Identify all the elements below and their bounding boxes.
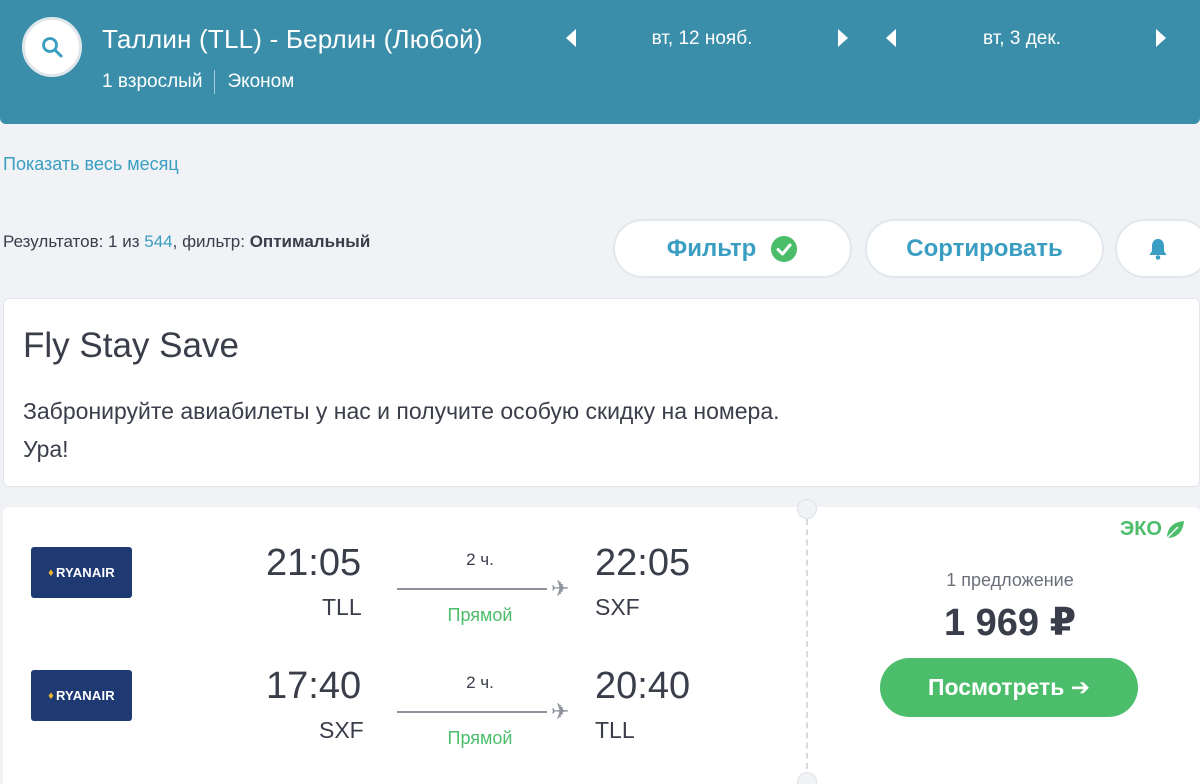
price-alert-button[interactable] [1115,219,1200,278]
search-icon [42,37,63,58]
arrival-airport: TLL [595,717,635,743]
departure-airport: TLL [322,594,362,620]
results-summary: Результатов: 1 из 544, фильтр: Оптимальн… [3,232,370,252]
flight-line [397,711,547,713]
arrival-time: 20:40 [595,665,691,707]
airline-name: RYANAIR [55,565,115,580]
ticket-notch-top [797,499,817,519]
search-header: Таллин (TLL) - Берлин (Любой) 1 взрослый… [0,0,1200,124]
filter-prefix: , фильтр: [172,232,250,251]
ryanair-harp-icon: ♦ [48,566,54,579]
filter-value: Оптимальный [249,232,371,251]
passenger-summary[interactable]: 1 взрослый Эконом [102,70,294,94]
flight-line [397,588,547,590]
promo-text: Забронируйте авиабилеты у нас и получите… [23,398,780,462]
depart-next-button[interactable] [832,26,854,50]
chevron-right-icon [838,29,848,47]
plane-icon: ✈ [551,576,570,601]
flight-stops: Прямой [447,728,513,748]
promo-title: Fly Stay Save [23,326,239,365]
eco-label: ЭКО [1120,518,1162,540]
return-prev-button[interactable] [880,26,902,50]
departure-time: 17:40 [266,665,362,707]
view-button[interactable]: Посмотреть ➔ [880,658,1138,717]
airline-name: RYANAIR [55,688,115,703]
filter-button[interactable]: Фильтр [613,219,852,278]
flight-duration: 2 ч. [466,673,494,692]
ticket-divider [806,509,808,779]
leaf-icon [1166,520,1184,539]
depart-prev-button[interactable] [560,26,582,50]
view-label: Посмотреть ➔ [927,674,1091,700]
show-whole-month-link[interactable]: Показать весь месяц [3,154,179,175]
airline-logo: ♦ RYANAIR [31,547,132,598]
bell-icon [1149,238,1166,260]
departure-time: 21:05 [266,542,362,584]
flight-duration: 2 ч. [466,550,494,569]
return-date[interactable]: вт, 3 дек. [942,28,1102,50]
sort-button[interactable]: Сортировать [865,219,1104,278]
flight-stops: Прямой [447,605,513,625]
return-next-button[interactable] [1150,26,1172,50]
offers-count[interactable]: 1 предложение [860,570,1160,591]
passengers-count: 1 взрослый [102,71,203,92]
promo-card: Fly Stay Save Забронируйте авиабилеты у … [3,298,1200,487]
route-title[interactable]: Таллин (TLL) - Берлин (Любой) [102,24,483,55]
divider [214,70,216,94]
search-button[interactable] [22,17,82,77]
filter-label: Фильтр [666,234,757,262]
depart-date[interactable]: вт, 12 нояб. [622,28,782,50]
departure-airport: SXF [319,717,364,743]
ryanair-harp-icon: ♦ [48,689,54,702]
eco-badge: ЭКО [1120,518,1186,541]
arrival-time: 22:05 [595,542,691,584]
chevron-left-icon [566,29,576,47]
chevron-right-icon [1156,29,1166,47]
ticket-price: 1 969 ₽ [943,602,1077,644]
check-circle-icon [771,235,798,262]
results-prefix: Результатов: 1 из [3,232,145,251]
plane-icon: ✈ [551,699,570,724]
results-total[interactable]: 544 [144,232,172,251]
cabin-class: Эконом [227,71,295,92]
chevron-left-icon [886,29,896,47]
arrival-airport: SXF [595,594,640,620]
sort-label: Сортировать [906,234,1063,262]
airline-logo: ♦ RYANAIR [31,670,132,721]
